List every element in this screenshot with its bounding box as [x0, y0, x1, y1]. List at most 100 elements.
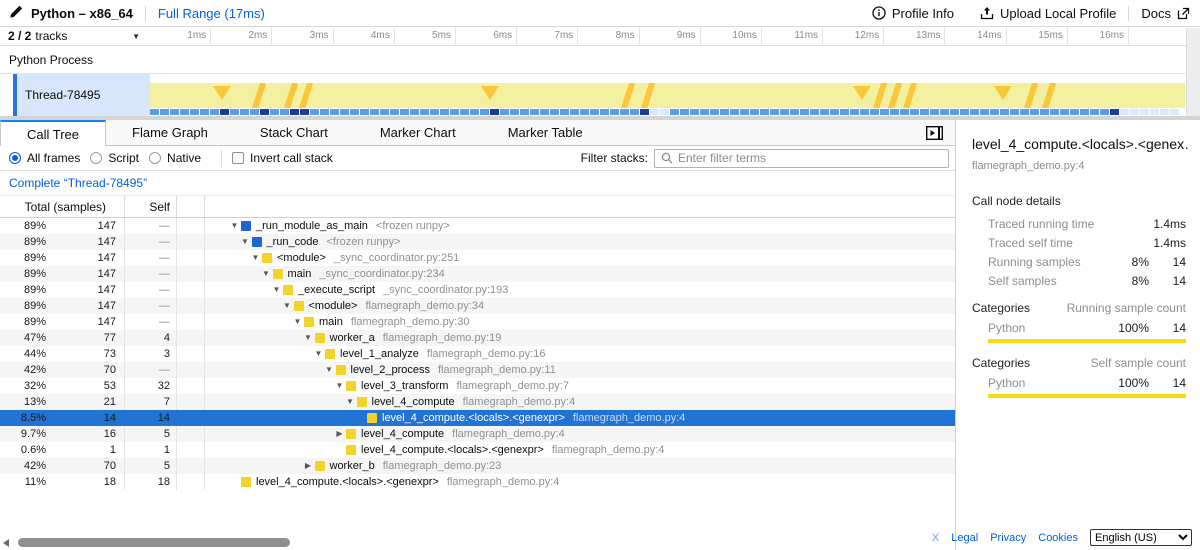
marker-slash-icon[interactable] [1024, 83, 1039, 108]
docs-button[interactable]: Docs [1141, 6, 1190, 21]
marker-slash-icon[interactable] [284, 83, 299, 108]
expander-icon[interactable]: ▼ [228, 218, 241, 234]
sample-segment[interactable] [540, 109, 549, 115]
call-tree-row[interactable]: 0.6%11level_4_compute.<locals>.<genexpr>… [0, 442, 955, 458]
radio-native[interactable] [149, 152, 161, 164]
sample-segment[interactable] [240, 109, 249, 115]
sample-segment[interactable] [150, 109, 159, 115]
sample-segment[interactable] [820, 109, 829, 115]
sample-segment[interactable] [880, 109, 889, 115]
sample-segment[interactable] [320, 109, 329, 115]
sample-segment[interactable] [1100, 109, 1109, 115]
call-tree-row[interactable]: 42%705▶worker_bflamegraph_demo.py:23 [0, 458, 955, 474]
sidebar-toggle-button[interactable] [926, 126, 943, 143]
sample-segment[interactable] [220, 109, 229, 115]
column-header-total[interactable]: Total (samples) [0, 196, 125, 217]
sample-segment[interactable] [600, 109, 609, 115]
sample-segment[interactable] [1010, 109, 1019, 115]
range-breadcrumb-link[interactable]: Complete “Thread-78495” [9, 176, 147, 190]
sample-segment[interactable] [960, 109, 969, 115]
sample-segment[interactable] [440, 109, 449, 115]
upload-profile-button[interactable]: Upload Local Profile [980, 6, 1116, 21]
call-tree-row[interactable]: 44%733▼level_1_analyzeflamegraph_demo.py… [0, 346, 955, 362]
footer-link-legal[interactable]: Legal [951, 532, 978, 544]
sample-segment[interactable] [730, 109, 739, 115]
sample-segment[interactable] [330, 109, 339, 115]
sample-segment[interactable] [700, 109, 709, 115]
sample-segment[interactable] [740, 109, 749, 115]
sample-segment[interactable] [620, 109, 629, 115]
sample-segment[interactable] [930, 109, 939, 115]
expander-icon[interactable]: ▶ [302, 458, 315, 474]
sample-segment[interactable] [1000, 109, 1009, 115]
call-tree-row[interactable]: 89%147—▼<module>_sync_coordinator.py:251 [0, 250, 955, 266]
sample-segment[interactable] [450, 109, 459, 115]
tab-marker-table[interactable]: Marker Table [482, 120, 609, 145]
sample-segment[interactable] [830, 109, 839, 115]
sample-segment[interactable] [510, 109, 519, 115]
sample-segment[interactable] [370, 109, 379, 115]
call-tree-row[interactable]: 89%147—▼_run_module_as_main<frozen runpy… [0, 218, 955, 234]
footer-link-privacy[interactable]: Privacy [990, 532, 1026, 544]
sample-segment[interactable] [420, 109, 429, 115]
call-tree-row[interactable]: 89%147—▼main_sync_coordinator.py:234 [0, 266, 955, 282]
sample-segment[interactable] [850, 109, 859, 115]
sample-segment[interactable] [800, 109, 809, 115]
expander-icon[interactable]: ▼ [260, 266, 273, 282]
sample-segment[interactable] [200, 109, 209, 115]
marker-slash-icon[interactable] [252, 83, 267, 108]
horizontal-scrollbar[interactable] [0, 536, 955, 550]
column-header-self[interactable]: Self [125, 196, 177, 217]
sample-segment[interactable] [580, 109, 589, 115]
thread-track-label[interactable]: Thread-78495 [13, 74, 150, 116]
language-select[interactable]: English (US) [1090, 529, 1192, 546]
sample-segment[interactable] [790, 109, 799, 115]
marker-droplet-icon[interactable] [481, 86, 499, 100]
sample-segment[interactable] [1040, 109, 1049, 115]
call-tree-row[interactable]: 89%147—▼_execute_script_sync_coordinator… [0, 282, 955, 298]
process-track-header[interactable]: Python Process [0, 46, 1200, 74]
sample-segment[interactable] [560, 109, 569, 115]
sample-segment[interactable] [1150, 109, 1159, 115]
sample-segment[interactable] [770, 109, 779, 115]
expander-icon[interactable]: ▼ [239, 234, 252, 250]
sample-segment[interactable] [310, 109, 319, 115]
tab-stack-chart[interactable]: Stack Chart [234, 120, 354, 145]
sample-segment[interactable] [1080, 109, 1089, 115]
sample-segment[interactable] [1060, 109, 1069, 115]
expander-icon[interactable]: ▼ [291, 314, 304, 330]
sample-segment[interactable] [290, 109, 299, 115]
marker-slash-icon[interactable] [903, 83, 918, 108]
sample-segment[interactable] [390, 109, 399, 115]
sample-segment[interactable] [750, 109, 759, 115]
sample-segment[interactable] [630, 109, 639, 115]
tab-flame-graph[interactable]: Flame Graph [106, 120, 234, 145]
sample-segment[interactable] [1070, 109, 1079, 115]
marker-droplet-icon[interactable] [213, 86, 231, 100]
call-tree-row[interactable]: 32%5332▼level_3_transformflamegraph_demo… [0, 378, 955, 394]
sample-segment[interactable] [170, 109, 179, 115]
sample-segment[interactable] [250, 109, 259, 115]
sample-segment[interactable] [720, 109, 729, 115]
call-tree-row[interactable]: 89%147—▼<module>flamegraph_demo.py:34 [0, 298, 955, 314]
sample-segment[interactable] [910, 109, 919, 115]
call-tree-row[interactable]: 47%774▼worker_aflamegraph_demo.py:19 [0, 330, 955, 346]
sample-segment[interactable] [470, 109, 479, 115]
sample-segment[interactable] [500, 109, 509, 115]
sample-segment[interactable] [1140, 109, 1149, 115]
sample-segment[interactable] [680, 109, 689, 115]
marker-band[interactable] [150, 83, 1185, 108]
call-tree-row[interactable]: 11%1818level_4_compute.<locals>.<genexpr… [0, 474, 955, 490]
sample-segment[interactable] [1170, 109, 1179, 115]
sample-segment[interactable] [260, 109, 269, 115]
sample-segment[interactable] [340, 109, 349, 115]
sample-segment[interactable] [350, 109, 359, 115]
sample-segment[interactable] [460, 109, 469, 115]
sample-segment[interactable] [710, 109, 719, 115]
sample-segment[interactable] [410, 109, 419, 115]
marker-slash-icon[interactable] [299, 83, 314, 108]
expander-icon[interactable]: ▼ [312, 346, 325, 362]
sample-segment[interactable] [660, 109, 669, 115]
footer-link-cookies[interactable]: Cookies [1038, 532, 1078, 544]
filter-input-box[interactable] [654, 149, 949, 168]
